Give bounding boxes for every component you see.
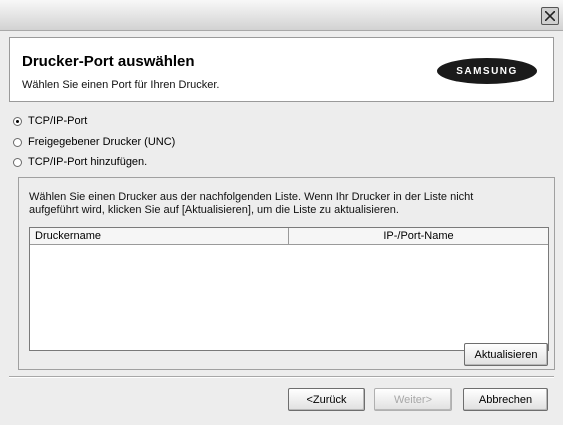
radio-label: TCP/IP-Port bbox=[28, 115, 88, 127]
column-header-ip-port-name[interactable]: IP-/Port-Name bbox=[289, 228, 548, 244]
column-header-printer-name[interactable]: Druckername bbox=[30, 228, 289, 244]
title-bar bbox=[0, 0, 563, 31]
next-button: Weiter> bbox=[374, 388, 452, 411]
instruction-line-2: aufgeführt wird, klicken Sie auf [Aktual… bbox=[29, 204, 399, 216]
radio-add-tcpip-port[interactable]: TCP/IP-Port hinzufügen. bbox=[13, 154, 147, 170]
back-button[interactable]: <Zurück bbox=[288, 388, 365, 411]
page-subtitle: Wählen Sie einen Port für Ihren Drucker. bbox=[22, 79, 220, 91]
close-icon bbox=[545, 11, 555, 21]
radio-button[interactable] bbox=[13, 137, 22, 147]
radio-tcpip-port[interactable]: TCP/IP-Port bbox=[13, 113, 87, 129]
refresh-button[interactable]: Aktualisieren bbox=[464, 343, 548, 366]
radio-label: TCP/IP-Port hinzufügen. bbox=[28, 156, 148, 168]
printer-list-header: Druckername IP-/Port-Name bbox=[30, 228, 548, 245]
radio-button[interactable] bbox=[13, 157, 22, 167]
printer-list[interactable]: Druckername IP-/Port-Name bbox=[29, 227, 549, 351]
cancel-button[interactable]: Abbrechen bbox=[463, 388, 548, 411]
printer-port-dialog: Drucker-Port auswählen Wählen Sie einen … bbox=[0, 0, 563, 425]
page-title: Drucker-Port auswählen bbox=[22, 53, 195, 70]
instruction-line-1: Wählen Sie einen Drucker aus der nachfol… bbox=[29, 191, 474, 203]
radio-shared-printer-unc[interactable]: Freigegebener Drucker (UNC) bbox=[13, 134, 175, 150]
radio-button-checked[interactable] bbox=[13, 116, 22, 126]
footer-divider bbox=[9, 376, 554, 378]
dialog-header: Drucker-Port auswählen Wählen Sie einen … bbox=[9, 37, 554, 102]
instruction-text: Wählen Sie einen Drucker aus der nachfol… bbox=[29, 191, 539, 217]
radio-label: Freigegebener Drucker (UNC) bbox=[28, 136, 176, 148]
samsung-logo: SAMSUNG bbox=[437, 58, 537, 84]
close-button[interactable] bbox=[541, 7, 559, 25]
